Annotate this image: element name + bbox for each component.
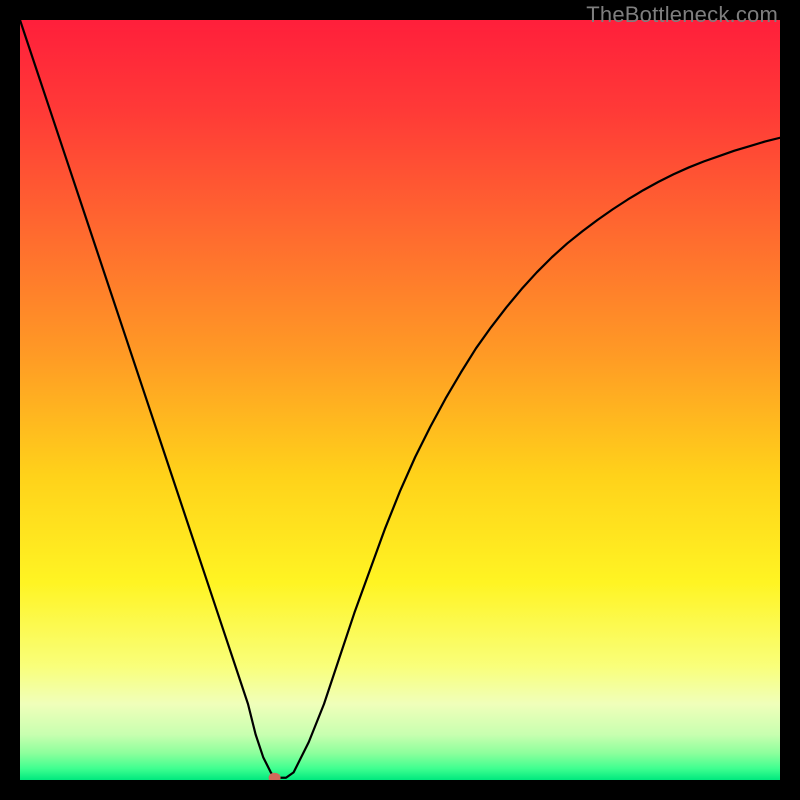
gradient-background [20, 20, 780, 780]
plot-area [20, 20, 780, 780]
chart-frame: TheBottleneck.com [0, 0, 800, 800]
bottleneck-chart [20, 20, 780, 780]
watermark-text: TheBottleneck.com [586, 2, 778, 28]
